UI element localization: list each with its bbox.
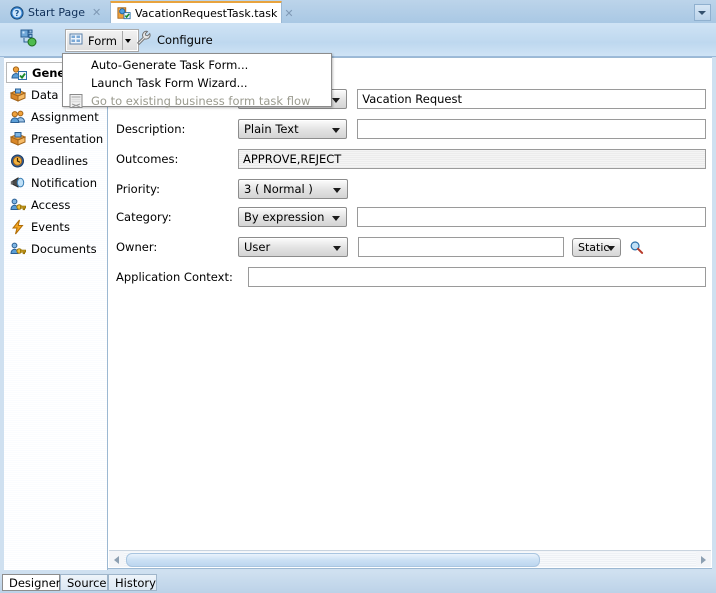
description-label: Description:: [116, 122, 186, 136]
view-tab-label: History: [115, 575, 156, 590]
form-row-application-context: Application Context:: [116, 266, 706, 288]
task-file-icon: [117, 6, 131, 20]
view-tab-label: Designer: [9, 575, 61, 590]
view-tab-label: Source: [67, 575, 107, 590]
deadlines-clock-icon: [10, 153, 26, 169]
presentation-box-icon: [9, 131, 27, 147]
documents-key-icon: [10, 241, 27, 257]
sidebar-item-label: Assignment: [31, 109, 99, 124]
scroll-left-icon[interactable]: [109, 552, 124, 566]
sidebar-item-label: Documents: [31, 241, 97, 256]
sidebar-item-label: Presentation: [31, 131, 104, 146]
sidebar-item-access[interactable]: Access: [6, 194, 105, 215]
sidebar-item-events[interactable]: Events: [6, 216, 105, 237]
owner-type-select[interactable]: User: [238, 237, 348, 257]
components-icon: [20, 29, 38, 50]
priority-select[interactable]: 3 ( Normal ): [238, 179, 348, 199]
sidebar-item-label: Access: [31, 197, 71, 212]
owner-input[interactable]: [358, 237, 564, 257]
task-editor-sidebar: General Data Assignment Presentation Dea…: [4, 58, 108, 570]
editor-tab-vacationrequesttask[interactable]: VacationRequestTask.task ✕: [110, 1, 294, 23]
general-form: Title: Vacation Request Description: Pla…: [108, 58, 712, 568]
editor-toolbar: Form Configure: [0, 23, 716, 57]
svg-text:?: ?: [15, 9, 20, 18]
access-key-icon: [10, 197, 27, 213]
category-label: Category:: [116, 210, 172, 224]
close-icon[interactable]: ✕: [92, 7, 101, 18]
form-flow-icon: [68, 93, 84, 109]
close-icon[interactable]: ✕: [284, 8, 293, 19]
horizontal-scrollbar[interactable]: [109, 550, 711, 567]
view-tab-bar: Designer Source History: [0, 572, 716, 593]
description-input[interactable]: [357, 119, 706, 139]
menu-item-label: Auto-Generate Task Form...: [91, 58, 249, 72]
sidebar-item-label: Deadlines: [31, 153, 89, 168]
application-context-label: Application Context:: [116, 270, 233, 284]
outcomes-label: Outcomes:: [116, 152, 179, 166]
form-button[interactable]: Form: [65, 29, 139, 52]
assignment-users-icon: [10, 109, 26, 125]
general-user-check-icon: [11, 65, 27, 81]
ide-window: ? Start Page ✕ VacationRequestTask.task …: [0, 0, 716, 593]
owner-mode-button[interactable]: Static: [572, 237, 621, 257]
components-palette-button[interactable]: [20, 29, 38, 50]
tab-designer[interactable]: Designer: [2, 574, 61, 591]
form-dropdown-menu: Auto-Generate Task Form... Launch Task F…: [62, 53, 332, 110]
tab-history[interactable]: History: [108, 574, 157, 591]
sidebar-item-documents[interactable]: Documents: [6, 238, 105, 259]
caret-down-icon: [125, 38, 132, 43]
events-bolt-icon: [10, 219, 26, 235]
data-box-icon: [9, 87, 27, 103]
help-question-icon: ?: [10, 5, 24, 20]
sidebar-item-label: Events: [31, 219, 70, 234]
scrollbar-thumb[interactable]: [126, 553, 540, 567]
menu-item-label: Go to existing business form task flow: [91, 94, 311, 108]
form-row-owner: Owner: User Static: [116, 236, 706, 258]
sidebar-item-presentation[interactable]: Presentation: [6, 128, 105, 149]
configure-button[interactable]: Configure: [136, 29, 213, 50]
sidebar-item-notification[interactable]: Notification: [6, 172, 105, 193]
form-button-label: Form: [88, 33, 117, 48]
menu-item-auto-generate-task-form[interactable]: Auto-Generate Task Form...: [63, 56, 331, 74]
category-type-select[interactable]: By expression: [238, 207, 348, 227]
editor-tab-label: Start Page: [28, 6, 85, 19]
editor-tab-strip: ? Start Page ✕ VacationRequestTask.task …: [0, 0, 716, 24]
editor-tab-start-page[interactable]: ? Start Page ✕: [4, 2, 108, 23]
configure-button-label: Configure: [157, 32, 213, 47]
form-row-category: Category: By expression: [116, 206, 706, 228]
sidebar-item-deadlines[interactable]: Deadlines: [6, 150, 105, 171]
chevron-down-icon[interactable]: [694, 4, 711, 21]
scroll-right-icon[interactable]: [696, 552, 711, 566]
editor-tab-label: VacationRequestTask.task: [135, 6, 278, 20]
task-editor-panel: General Data Assignment Presentation Dea…: [4, 57, 712, 570]
tab-source[interactable]: Source: [60, 574, 108, 591]
category-input[interactable]: [357, 207, 706, 227]
form-row-priority: Priority: 3 ( Normal ): [116, 178, 706, 200]
outcomes-value[interactable]: APPROVE,REJECT: [238, 149, 706, 169]
menu-item-label: Launch Task Form Wizard...: [91, 76, 248, 90]
menu-item-launch-task-form-wizard[interactable]: Launch Task Form Wizard...: [63, 74, 331, 92]
form-row-description: Description: Plain Text: [116, 118, 706, 140]
title-input[interactable]: Vacation Request: [357, 89, 706, 109]
scrollbar-track[interactable]: [124, 552, 696, 567]
sidebar-item-label: Data: [31, 87, 59, 102]
notification-megaphone-icon: [10, 175, 26, 191]
application-context-input[interactable]: [248, 267, 706, 287]
form-row-outcomes: Outcomes: APPROVE,REJECT: [116, 148, 706, 170]
wrench-icon: [136, 30, 152, 49]
search-magnifier-icon[interactable]: [629, 240, 644, 255]
form-grid-icon: [69, 32, 83, 49]
sidebar-item-label: Notification: [31, 175, 97, 190]
form-dropdown-arrow[interactable]: [121, 31, 134, 50]
owner-label: Owner:: [116, 240, 158, 254]
menu-item-go-to-existing-business-form-task-flow: Go to existing business form task flow: [63, 92, 331, 110]
priority-label: Priority:: [116, 182, 160, 196]
description-type-select[interactable]: Plain Text: [238, 119, 348, 139]
